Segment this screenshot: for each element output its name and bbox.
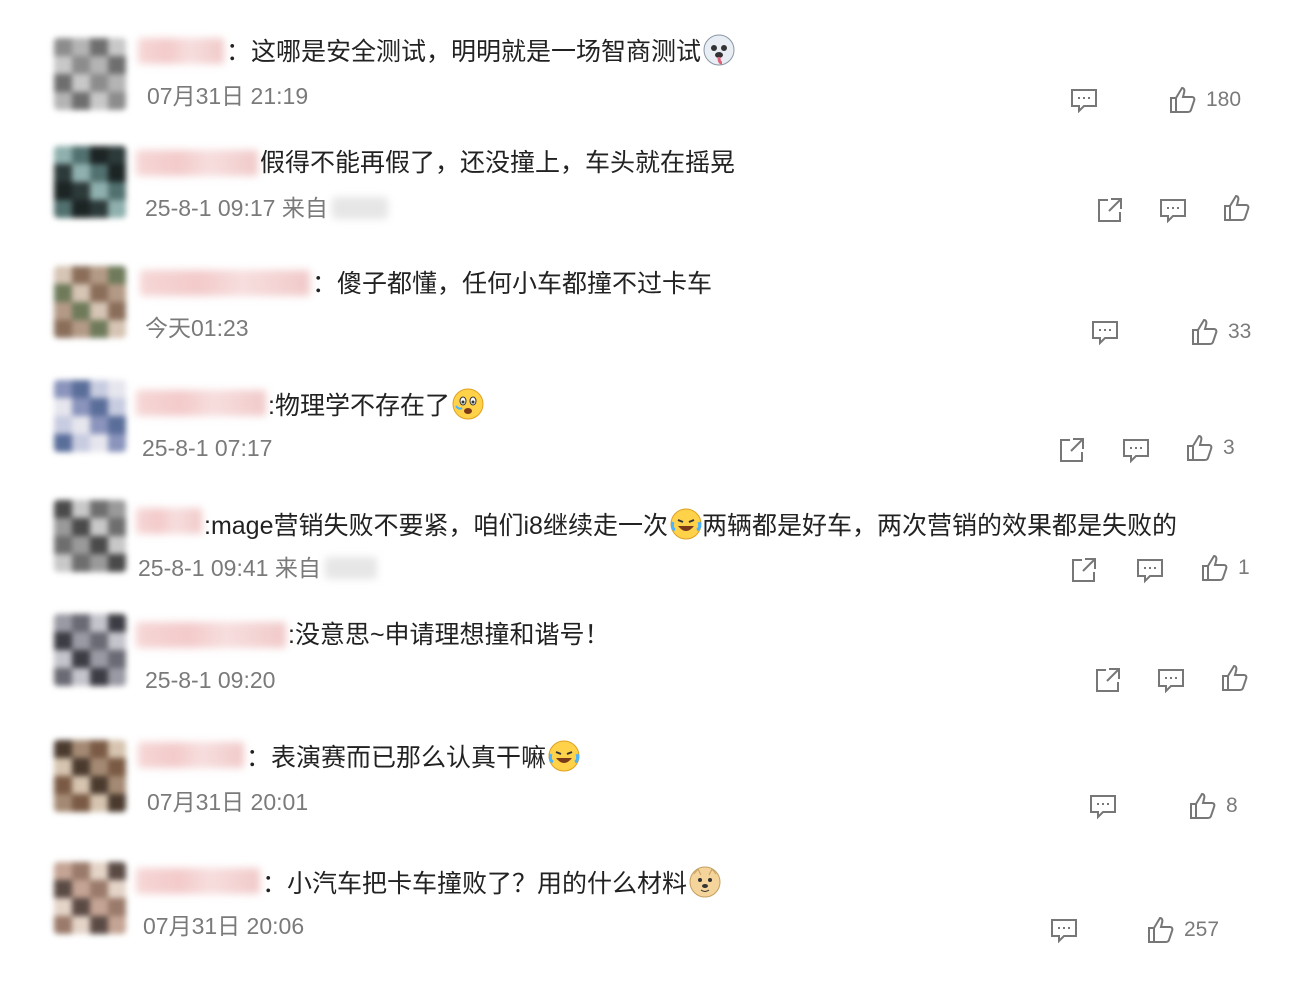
username-blurred[interactable]: [136, 868, 260, 894]
comment-icon: [1160, 199, 1186, 224]
comment-item: ：表演赛而已那么认真干嘛 07月31日 20:01 8: [0, 740, 1312, 850]
share-button[interactable]: [1092, 664, 1124, 696]
comment-icon: [1092, 321, 1118, 346]
reply-button[interactable]: [1155, 664, 1187, 696]
comment-timestamp: 25-8-1 09:17 来自: [145, 194, 388, 222]
scared-emoji-icon: [452, 388, 484, 420]
comment-text: ：表演赛而已那么认真干嘛: [246, 740, 580, 773]
like-button[interactable]: [1218, 662, 1250, 694]
comment-item: ：这哪是安全测试，明明就是一场智商测试 07月31日 21:19 180: [0, 34, 1312, 148]
thumbs-up-icon: [1187, 434, 1213, 461]
share-button[interactable]: [1056, 434, 1088, 466]
comment-text: 假得不能再假了，还没撞上，车头就在摇晃: [260, 149, 736, 177]
reply-button[interactable]: [1087, 790, 1119, 822]
like-count: 3: [1223, 436, 1235, 459]
reply-button[interactable]: [1089, 316, 1121, 348]
comment-item: ：傻子都懂，任何小车都撞不过卡车 今天01:23 33: [0, 266, 1312, 376]
thumbs-up-icon: [1148, 916, 1174, 943]
avatar[interactable]: [54, 266, 126, 338]
like-count: 8: [1226, 794, 1238, 817]
avatar[interactable]: [54, 740, 126, 812]
like-button[interactable]: [1220, 192, 1252, 224]
username-blurred[interactable]: [136, 390, 266, 416]
username-blurred[interactable]: [136, 622, 286, 648]
avatar[interactable]: [54, 38, 126, 110]
thumbs-up-icon: [1192, 318, 1218, 345]
comment-text: ：这哪是安全测试，明明就是一场智商测试: [226, 34, 735, 67]
comment-item: :物理学不存在了 25-8-1 07:17 3: [0, 380, 1312, 490]
username-blurred[interactable]: [138, 38, 224, 64]
thumbs-up-icon: [1222, 664, 1248, 691]
share-icon: [1072, 558, 1096, 582]
thumbs-up-icon: [1224, 194, 1250, 221]
avatar[interactable]: [54, 862, 126, 934]
username-blurred[interactable]: [140, 270, 310, 296]
husky-emoji-icon: [703, 34, 735, 66]
share-icon: [1060, 438, 1084, 462]
thumbs-up-icon: [1202, 554, 1228, 581]
comment-text: ：小汽车把卡车撞败了？用的什么材料: [262, 866, 721, 899]
comment-timestamp: 25-8-1 07:17: [142, 435, 273, 461]
comment-timestamp: 07月31日 20:06: [143, 913, 305, 939]
comment-timestamp: 今天01:23: [145, 315, 249, 341]
comment-icon: [1158, 669, 1184, 694]
share-button[interactable]: [1068, 554, 1100, 586]
avatar[interactable]: [54, 614, 126, 686]
like-count: 33: [1228, 320, 1252, 343]
doge-emoji-icon: [689, 866, 721, 898]
thumbs-up-icon: [1170, 86, 1196, 113]
thumbs-up-icon: [1190, 792, 1216, 819]
reply-button[interactable]: [1068, 84, 1100, 116]
comment-item: 假得不能再假了，还没撞上，车头就在摇晃 25-8-1 09:17 来自: [0, 146, 1312, 256]
reply-button[interactable]: [1048, 914, 1080, 946]
comment-timestamp: 25-8-1 09:20: [145, 667, 276, 693]
like-count: 257: [1184, 918, 1220, 941]
like-button[interactable]: 1: [1198, 552, 1250, 584]
avatar[interactable]: [54, 380, 126, 452]
like-button[interactable]: 3: [1183, 432, 1235, 464]
avatar[interactable]: [54, 500, 126, 572]
share-button[interactable]: [1094, 194, 1126, 226]
comment-icon: [1090, 795, 1116, 820]
like-button[interactable]: 33: [1188, 316, 1251, 348]
comment-item: :没意思~申请理想撞和谐号！ 25-8-1 09:20: [0, 614, 1312, 724]
like-button[interactable]: 8: [1186, 790, 1238, 822]
like-count: 1: [1238, 556, 1250, 579]
comment-timestamp: 25-8-1 09:41 来自: [138, 554, 377, 582]
comment-text: ：傻子都懂，任何小车都撞不过卡车: [312, 270, 713, 298]
comment-item: ：小汽车把卡车撞败了？用的什么材料 07月31日 20:06 257: [0, 862, 1312, 972]
share-icon: [1098, 198, 1122, 222]
reply-button[interactable]: [1134, 554, 1166, 586]
comment-item: :mage营销失败不要紧，咱们i8继续走一次 两辆都是好车，两次营销的效果都是失败…: [0, 500, 1312, 610]
comment-icon: [1137, 559, 1163, 584]
comment-icon: [1123, 439, 1149, 464]
share-icon: [1096, 668, 1120, 692]
source-blurred: [331, 197, 388, 219]
comment-text: :物理学不存在了: [268, 388, 484, 421]
comment-icon: [1051, 919, 1077, 944]
reply-button[interactable]: [1120, 434, 1152, 466]
avatar[interactable]: [54, 146, 126, 218]
laugh-cry-emoji-icon: [670, 508, 702, 540]
comment-text: :mage营销失败不要紧，咱们i8继续走一次 两辆都是好车，两次营销的效果都是失败…: [204, 508, 1177, 541]
comment-icon: [1071, 89, 1097, 114]
comment-timestamp: 07月31日 21:19: [147, 83, 309, 109]
laugh-cry-emoji-icon: [548, 740, 580, 772]
username-blurred[interactable]: [136, 508, 202, 534]
comment-text: :没意思~申请理想撞和谐号！: [288, 621, 610, 649]
username-blurred[interactable]: [138, 742, 244, 768]
source-blurred: [324, 557, 377, 579]
reply-button[interactable]: [1157, 194, 1189, 226]
comment-timestamp: 07月31日 20:01: [147, 789, 309, 815]
like-button[interactable]: 180: [1166, 84, 1241, 116]
username-blurred[interactable]: [136, 150, 258, 176]
like-button[interactable]: 257: [1144, 914, 1219, 946]
like-count: 180: [1206, 88, 1242, 111]
